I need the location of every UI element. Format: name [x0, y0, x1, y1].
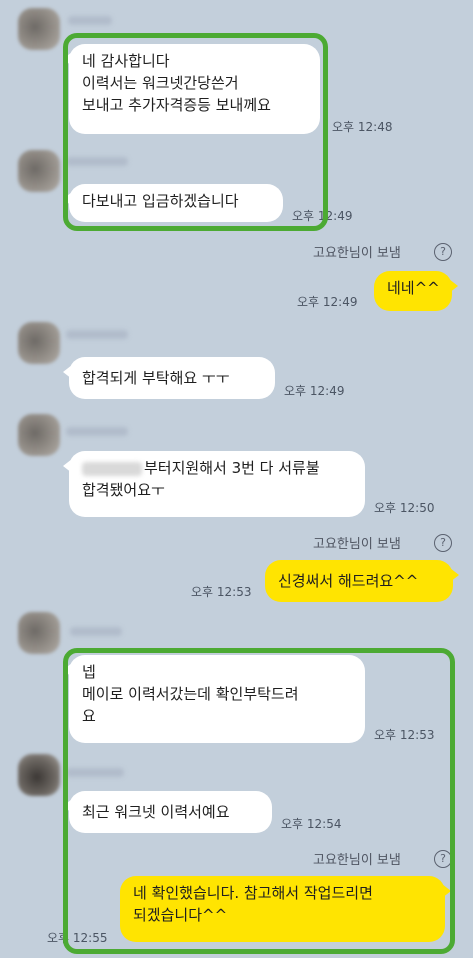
avatar[interactable]	[18, 322, 60, 364]
avatar[interactable]	[18, 150, 60, 192]
message-time: 오후 12:49	[284, 384, 345, 398]
message-bubble[interactable]: 부터지원해서 3번 다 서류불 합격됐어요ㅜ	[63, 451, 365, 517]
message-text: 합격되게 부탁해요 ㅜㅜ	[82, 369, 230, 387]
message-time: 오후 12:49	[297, 295, 358, 309]
message-bubble[interactable]: 네네^^	[374, 271, 458, 311]
highlight-frame	[63, 33, 328, 231]
sent-by-label: 고요한님이 보냄	[313, 246, 401, 261]
message-text: 합격됐어요ㅜ	[82, 481, 165, 499]
message-text: 네네^^	[387, 279, 440, 297]
message-text: 신경써서 해드려요^^	[278, 572, 419, 590]
avatar[interactable]	[18, 8, 60, 50]
message-time: 오후 12:50	[374, 501, 435, 515]
sent-by-label: 고요한님이 보냄	[313, 537, 401, 552]
sender-name	[66, 427, 128, 436]
message-text: 부터지원해서 3번 다 서류불	[144, 459, 320, 477]
avatar[interactable]	[18, 414, 60, 456]
redacted-text	[82, 461, 142, 476]
highlight-frame	[63, 648, 455, 954]
message-time: 오후 12:48	[332, 120, 393, 134]
help-icon[interactable]: ?	[434, 534, 452, 552]
message-time: 오후 12:53	[191, 585, 252, 599]
avatar[interactable]	[18, 612, 60, 654]
help-icon[interactable]: ?	[434, 243, 452, 261]
avatar[interactable]	[18, 754, 60, 796]
sender-name	[68, 16, 112, 25]
sender-name	[70, 627, 122, 636]
message-bubble[interactable]: 합격되게 부탁해요 ㅜㅜ	[63, 357, 275, 399]
message-bubble[interactable]: 신경써서 해드려요^^	[265, 560, 459, 602]
sender-name	[66, 330, 128, 339]
